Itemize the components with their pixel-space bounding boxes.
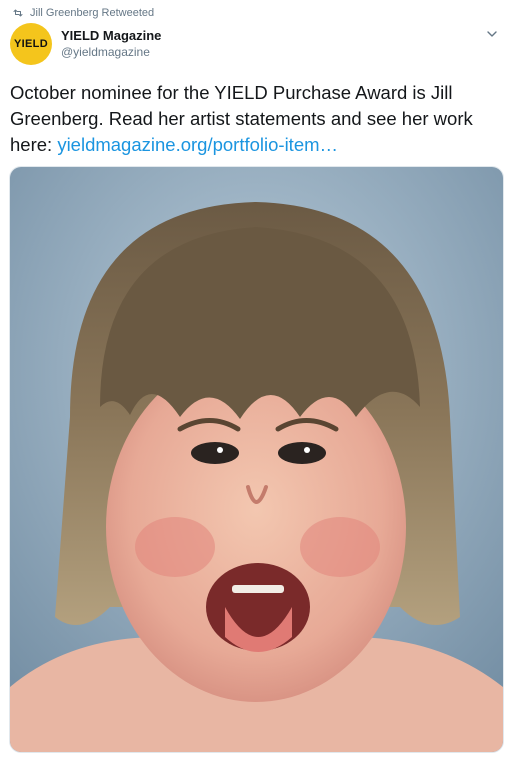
tweet-author[interactable]: YIELD YIELD Magazine @yieldmagazine [10, 23, 161, 65]
crying-child-portrait-image [10, 167, 503, 752]
chevron-down-icon[interactable] [486, 28, 498, 40]
retweet-icon [13, 9, 23, 17]
tweet-link[interactable]: yieldmagazine.org/portfolio-item… [57, 134, 338, 155]
avatar[interactable]: YIELD [10, 23, 52, 65]
tweet-text: October nominee for the YIELD Purchase A… [10, 80, 502, 158]
author-display-name[interactable]: YIELD Magazine [61, 28, 161, 44]
tweet-photo[interactable] [9, 166, 504, 753]
retweet-label: Jill Greenberg Retweeted [30, 7, 155, 19]
retweet-context[interactable]: Jill Greenberg Retweeted [12, 7, 154, 19]
author-handle[interactable]: @yieldmagazine [61, 44, 161, 60]
